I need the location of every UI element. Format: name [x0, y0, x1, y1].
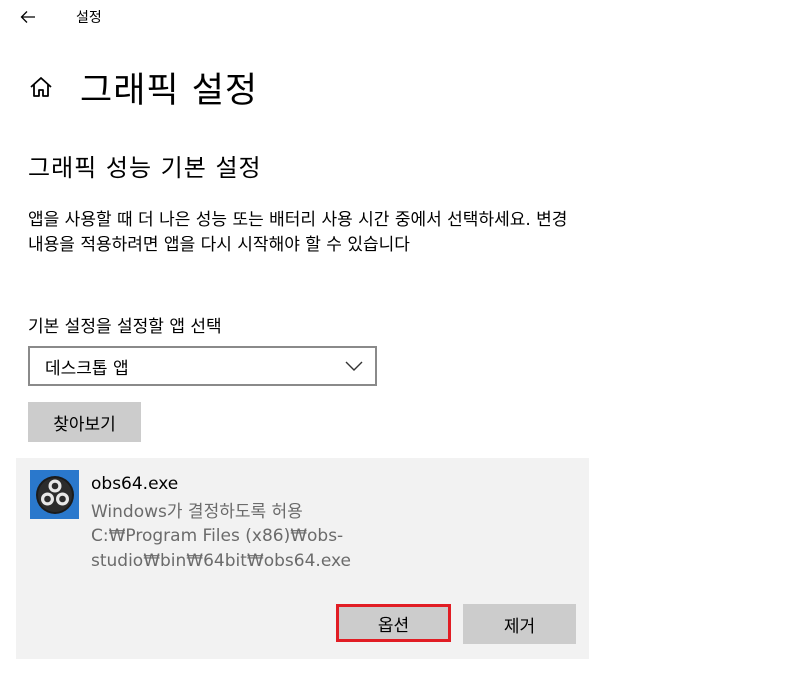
page-title: 그래픽 설정 [80, 71, 259, 111]
chevron-down-icon [343, 359, 365, 373]
section-description: 앱을 사용할 때 더 나은 성능 또는 배터리 사용 시간 중에서 선택하세요.… [28, 210, 568, 255]
home-icon [30, 77, 52, 97]
app-type-dropdown[interactable]: 데스크톱 앱 [28, 346, 377, 386]
app-select-label: 기본 설정을 설정할 앱 선택 [28, 317, 222, 337]
app-name: obs64.exe [91, 474, 179, 494]
remove-button[interactable]: 제거 [463, 604, 576, 644]
browse-button[interactable]: 찾아보기 [28, 402, 141, 442]
back-arrow-icon [20, 11, 35, 23]
window-title: 설정 [76, 10, 102, 26]
app-path: C:₩Program Files (x86)₩obs-studio₩bin₩64… [91, 526, 351, 571]
section-title: 그래픽 성능 기본 설정 [28, 154, 262, 182]
home-button[interactable] [26, 72, 56, 102]
app-graphics-preference: Windows가 결정하도록 허용 [91, 502, 303, 522]
obs-studio-logo-icon [30, 470, 79, 519]
back-button[interactable] [14, 4, 42, 30]
dropdown-selected-value: 데스크톱 앱 [45, 358, 129, 379]
options-button[interactable]: 옵션 [336, 604, 451, 642]
